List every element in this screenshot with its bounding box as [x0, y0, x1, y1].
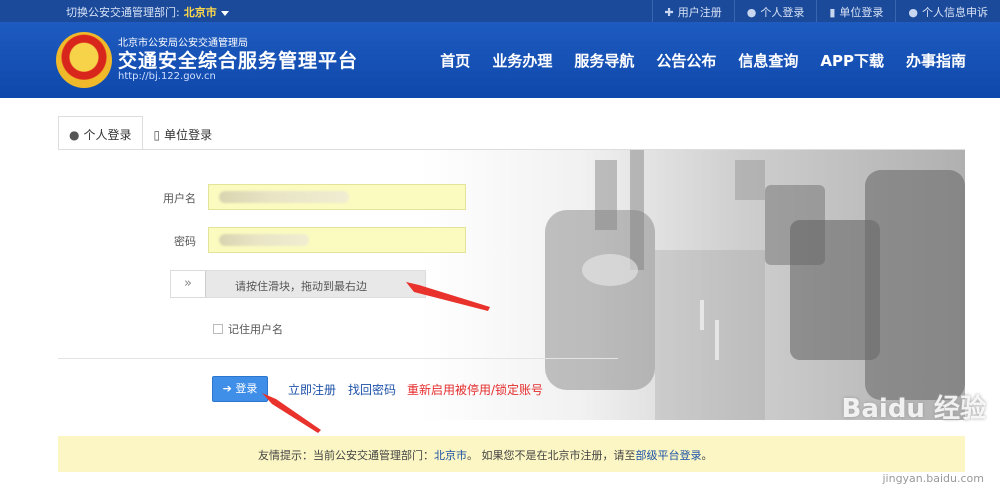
info-appeal-link[interactable]: ● 个人信息申诉 — [895, 0, 1000, 22]
nav-business[interactable]: 业务办理 — [492, 50, 552, 71]
user-icon: ● — [908, 6, 918, 19]
login-button[interactable]: ➔ 登录 — [212, 376, 268, 402]
building-icon: ▯ — [153, 128, 161, 142]
nav-guide[interactable]: 办事指南 — [906, 50, 966, 71]
recover-password-link[interactable]: 找回密码 — [348, 381, 396, 398]
user-register-link[interactable]: ✚ 用户注册 — [651, 0, 734, 22]
police-emblem-icon — [56, 32, 112, 88]
ministry-login-link[interactable]: 部级平台登录 — [636, 449, 702, 462]
site-title[interactable]: 交通安全综合服务管理平台 — [118, 46, 358, 73]
form-divider — [58, 358, 618, 359]
plus-icon: ✚ — [664, 6, 674, 19]
top-bar: 切换公安交通管理部门: 北京市 ✚ 用户注册 ● 个人登录 ▮ 单位登录 ● 个人信息申诉 — [0, 0, 1000, 22]
nav-service-guide[interactable]: 服务导航 — [574, 50, 634, 71]
top-links: ✚ 用户注册 ● 个人登录 ▮ 单位登录 ● 个人信息申诉 — [651, 0, 1000, 22]
notice-city: 北京市 — [434, 449, 467, 462]
username-redacted — [219, 191, 349, 203]
password-field[interactable] — [208, 227, 466, 253]
slider-hint: 请按住滑块，拖动到最右边 — [235, 280, 367, 293]
nav-announcements[interactable]: 公告公布 — [656, 50, 716, 71]
personal-login-link[interactable]: ● 个人登录 — [733, 0, 817, 22]
remember-username[interactable]: 记住用户名 — [213, 321, 283, 337]
site-url: http://bj.122.gov.cn — [118, 71, 216, 82]
current-city[interactable]: 北京市 — [184, 6, 217, 19]
user-icon: ● — [746, 6, 757, 19]
tab-unit-login[interactable]: ▯ 单位登录 — [143, 116, 224, 150]
main-nav: 首页 业务办理 服务导航 公告公布 信息查询 APP下载 办事指南 — [418, 50, 966, 71]
password-label: 密码 — [174, 235, 196, 248]
slider-handle[interactable]: » — [171, 271, 206, 297]
user-icon: ● — [69, 128, 80, 142]
switch-label: 切换公安交通管理部门: — [66, 6, 180, 19]
password-redacted — [219, 234, 309, 246]
caret-down-icon[interactable] — [220, 10, 229, 16]
tab-personal-login[interactable]: ● 个人登录 — [58, 116, 143, 150]
notice-text: 友情提示：当前公安交通管理部门：北京市。 如果您不是在北京市注册，请至部级平台登… — [258, 449, 713, 462]
username-label: 用户名 — [163, 192, 196, 205]
remember-label: 记住用户名 — [228, 323, 283, 336]
slide-verify[interactable]: » 请按住滑块，拖动到最右边 — [170, 270, 426, 298]
building-icon: ▮ — [829, 6, 836, 19]
nav-app-download[interactable]: APP下载 — [820, 50, 884, 71]
nav-info-query[interactable]: 信息查询 — [738, 50, 798, 71]
remember-checkbox[interactable] — [213, 324, 223, 334]
baidu-watermark: Baidu 经验 — [841, 394, 986, 424]
login-tabs: ● 个人登录 ▯ 单位登录 — [58, 116, 223, 150]
action-row: ➔ 登录 立即注册 找回密码 重新启用被停用/锁定账号 — [58, 362, 965, 418]
department-switcher[interactable]: 切换公安交通管理部门: 北京市 — [66, 4, 229, 20]
unit-login-link[interactable]: ▮ 单位登录 — [816, 0, 895, 22]
baidu-watermark-url: jingyan.baidu.com — [882, 472, 984, 485]
reactivate-account-link[interactable]: 重新启用被停用/锁定账号 — [407, 381, 543, 398]
nav-home[interactable]: 首页 — [440, 50, 470, 71]
register-link[interactable]: 立即注册 — [288, 381, 336, 398]
notice-bar: 友情提示：当前公安交通管理部门：北京市。 如果您不是在北京市注册，请至部级平台登… — [58, 436, 965, 472]
login-icon: ➔ — [222, 382, 236, 395]
username-field[interactable] — [208, 184, 466, 210]
site-header: 北京市公安局公安交通管理局 交通安全综合服务管理平台 http://bj.122… — [0, 22, 1000, 98]
